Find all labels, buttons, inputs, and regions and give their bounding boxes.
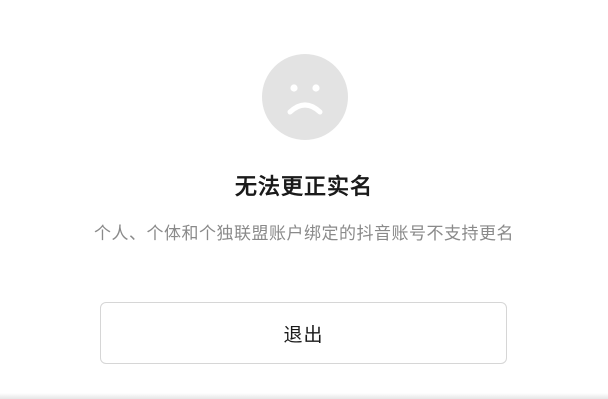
sad-face-icon (262, 54, 348, 140)
sad-face-left-eye (290, 84, 298, 92)
exit-button[interactable]: 退出 (100, 302, 507, 364)
sad-face-background (262, 54, 348, 140)
dialog-message: 个人、个体和个独联盟账户绑定的抖音账号不支持更名 (94, 224, 514, 244)
error-screen: 无法更正实名 个人、个体和个独联盟账户绑定的抖音账号不支持更名 退出 (0, 0, 608, 399)
exit-button-label: 退出 (283, 323, 324, 346)
dialog-title: 无法更正实名 (234, 175, 373, 200)
sad-face-right-eye (312, 84, 320, 92)
bottom-edge (0, 393, 608, 399)
